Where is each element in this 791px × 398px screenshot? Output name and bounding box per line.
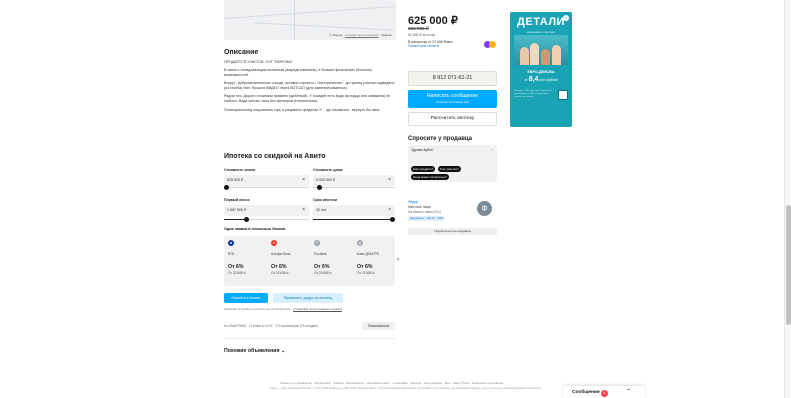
scrollbar-thumb[interactable] <box>786 205 791 325</box>
complain-button[interactable]: Пожаловаться <box>362 322 395 330</box>
ad-title: ДЕТАЛИ <box>517 16 565 28</box>
bank-card-alfa[interactable]: А Альфа-Банк От 6% От 23 608 ₽ <box>267 236 310 286</box>
close-icon[interactable]: × <box>491 147 493 152</box>
map-attribution: © Яндекс · Условия использования · Яндек… <box>329 33 392 37</box>
land-cost-slider-handle[interactable] <box>224 185 229 190</box>
messages-label: Сообщения <box>572 390 600 395</box>
payment-icons <box>484 41 496 48</box>
house-cost-slider-handle[interactable] <box>316 185 322 190</box>
down-payment-label: Первый взнос <box>224 198 250 202</box>
description-title: Описание <box>224 49 259 56</box>
map-terms-link[interactable]: Условия использования <box>345 33 378 37</box>
chevron-right-icon[interactable]: › <box>397 257 399 263</box>
seller-badge: Документы · ФОТО · 2024 <box>408 216 444 221</box>
banks-list: ● ВТБ От 6% От 23 608 ₽ А Альфа-Банк От … <box>224 236 395 286</box>
rosbank-logo-icon: Р <box>314 240 320 246</box>
bank-card-vtb[interactable]: ● ВТБ От 6% От 23 608 ₽ <box>224 236 267 286</box>
house-cost-label: Стоимость дома <box>313 168 343 172</box>
price-per-unit: 62 500 ₽ за сотку <box>408 33 436 37</box>
chevron-up-icon[interactable]: ⌃ <box>626 388 631 395</box>
ad-banner[interactable]: ДЕТАЛИ i евроремонт под ключ ЕВРО-ДВУШКА… <box>510 12 572 127</box>
down-payment-input[interactable]: 1 687 500 ₽ × <box>224 205 309 216</box>
footer-links[interactable]: Разместить объявление · Объявления · Пом… <box>0 381 784 385</box>
check-mortgage-button[interactable]: Проверить, дадут ли ипотеку <box>273 293 343 303</box>
write-message-button[interactable]: Написать сообщение Отвечает в течение дн… <box>408 90 497 108</box>
qr-code-icon <box>558 90 568 100</box>
messages-bar[interactable]: Сообщения 6 ⌃ <box>563 386 645 398</box>
unread-count-badge: 6 <box>601 389 608 397</box>
old-price: 650 000 ₽ <box>408 26 429 31</box>
subscribe-seller-button[interactable]: Подписаться на продавца <box>408 228 497 235</box>
calculate-mortgage-button[interactable]: Рассчитать ипотеку <box>408 112 497 126</box>
ad-subtitle: евроремонт под ключ <box>526 30 556 34</box>
terms-link[interactable]: условиями использования сервиса <box>293 307 342 311</box>
term-input[interactable]: 30 лет × <box>313 205 395 216</box>
bank-card-rosbank[interactable]: Р Росбанк От 6% От 23 608 ₽ <box>310 236 353 286</box>
avatar[interactable]: Ф <box>477 201 492 216</box>
scrollbar[interactable] <box>784 0 791 398</box>
mortgage-disclaimer: Нажимая «Перейти к анкете» вы соглашаете… <box>224 307 343 311</box>
quick-question-chip[interactable]: Ещё продаёте? <box>411 166 436 172</box>
payment-brand-icon <box>489 41 496 48</box>
chat-input[interactable]: Здравствуйте! <box>411 148 433 152</box>
close-icon[interactable]: × <box>302 205 305 216</box>
quick-question-chip[interactable]: Когда можно посмотреть? <box>411 174 449 180</box>
info-icon[interactable]: i <box>563 15 569 21</box>
show-phone-button[interactable]: 8 912 071-61-21 <box>408 71 497 86</box>
chevron-down-icon: ⌄ <box>280 348 286 354</box>
close-icon[interactable]: × <box>388 205 391 216</box>
bank-card-domrf[interactable]: Д Банк ДОМ.РФ От 6% От 23 608 ₽ <box>353 236 396 286</box>
installment-link[interactable]: Посмотреть оплаты <box>408 44 439 48</box>
similar-listings-toggle[interactable]: Похожие объявления ⌄ <box>224 348 285 354</box>
seller-type: Частное лицо <box>408 205 431 209</box>
description-text: ПРОДАЕТСЯ УЧАСТОК, СНТ "БЕРЕЗКА". В связ… <box>224 60 395 112</box>
banks-title: Одна заявка в несколько банков <box>224 227 286 231</box>
land-cost-input[interactable]: 625 000 ₽ × <box>224 175 309 186</box>
ad-photo <box>514 35 568 65</box>
down-payment-slider-handle[interactable] <box>244 217 249 222</box>
page: © Яндекс · Условия использования · Яндек… <box>0 0 791 398</box>
land-cost-label: Стоимость земли <box>224 168 256 172</box>
ad-fine-print: Реклама. ООО «Детали». Проектная деклара… <box>514 90 552 98</box>
ad-promo: ЕВРО-ДВУШКА <box>527 70 555 74</box>
term-label: Срок ипотеки <box>313 198 338 202</box>
close-icon[interactable]: × <box>388 175 391 186</box>
quick-question-chip[interactable]: Торг уместен? <box>438 166 461 172</box>
vtb-logo-icon: ● <box>228 240 234 246</box>
ask-seller-title: Спросите у продавца <box>408 136 472 142</box>
listing-meta: № 4346375816 · 17 июля в 14:47 · 170 про… <box>224 324 318 328</box>
apply-button[interactable]: Перейти к анкете <box>224 293 268 303</box>
ask-seller-box: Здравствуйте! × Ещё продаёте? Торг умест… <box>408 145 497 182</box>
house-cost-input[interactable]: 5 000 000 ₽ × <box>313 175 395 186</box>
footer-legal: Авито — сайт объявлений России. © ООО «К… <box>270 387 542 390</box>
mortgage-title: Ипотека со скидкой на Авито <box>224 153 326 160</box>
divider <box>224 338 395 339</box>
seller-since: На Авито с июня 2014 <box>408 210 441 214</box>
domrf-logo-icon: Д <box>357 240 363 246</box>
seller-name-link[interactable]: Фёдор <box>408 200 418 204</box>
alfa-logo-icon: А <box>271 240 277 246</box>
close-icon[interactable]: × <box>302 175 305 186</box>
ad-price: от 8,4 млн рублей <box>524 76 558 83</box>
installment-info: В рассрочку от 27 608 ₽/мес. Посмотреть … <box>408 40 454 49</box>
term-slider-handle[interactable] <box>390 217 395 222</box>
location-map[interactable]: © Яндекс · Условия использования · Яндек… <box>224 0 396 40</box>
